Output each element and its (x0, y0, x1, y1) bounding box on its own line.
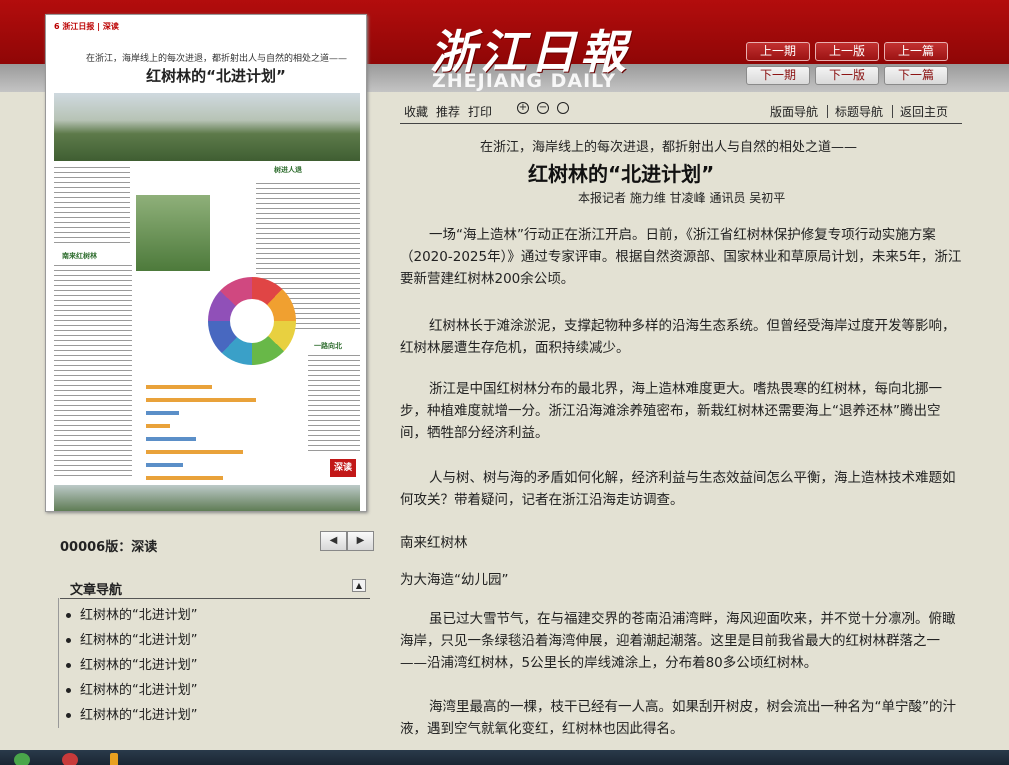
newspaper-page-thumbnail[interactable]: 6 浙江日报 | 深读 在浙江，海岸线上的每次进退，都折射出人与自然的相处之道—… (45, 14, 367, 512)
list-item: 红树林的“北进计划” (60, 653, 370, 678)
article-link[interactable]: 红树林的“北进计划” (80, 603, 197, 628)
article-paragraph: 浙江是中国红树林分布的最北界，海上造林难度更大。嗜热畏寒的红树林，每向北挪一步，… (400, 381, 942, 441)
article-list: 红树林的“北进计划” 红树林的“北进计划” 红树林的“北进计划” 红树林的“北进… (60, 603, 370, 728)
thumb-bottom-photo (54, 485, 360, 511)
thumb-badge: 深读 (330, 459, 356, 477)
nav-divider (58, 598, 59, 728)
toolbar-separator (892, 105, 893, 118)
thumb-subtitle: 在浙江，海岸线上的每次进退，都折射出人与自然的相处之道—— (86, 54, 348, 64)
prev-article-button[interactable]: 上一篇 (884, 42, 948, 61)
article-byline: 本报记者 施力维 甘凌峰 通讯员 吴初平 (578, 191, 786, 205)
start-icon[interactable] (14, 753, 30, 765)
next-page-button[interactable]: 下一版 (815, 66, 879, 85)
zoom-reset-icon[interactable] (557, 102, 569, 114)
edition-label: 00006版：深读 (60, 540, 158, 555)
thumb-text-column (308, 355, 360, 455)
article-link[interactable]: 红树林的“北进计划” (80, 628, 197, 653)
article-paragraph: 海湾里最高的一棵，枝干已经有一人高。如果刮开树皮，树会流出一种名为“单宁酸”的汁… (400, 699, 956, 737)
thumb-mangrove-photo (54, 93, 360, 161)
collect-link[interactable]: 收藏 (404, 103, 428, 120)
recommend-link[interactable]: 推荐 (436, 103, 460, 120)
collapse-icon[interactable]: ▲ (352, 579, 366, 592)
section-subheading: 为大海造“幼儿园” (400, 572, 509, 588)
prev-page-button[interactable]: 上一版 (815, 42, 879, 61)
zoom-out-icon[interactable]: − (537, 102, 549, 114)
next-article-button[interactable]: 下一篇 (884, 66, 948, 85)
prev-page-arrow[interactable]: ◀ (320, 531, 347, 551)
bullet-icon (66, 688, 71, 693)
page-nav-link[interactable]: 版面导航 (770, 103, 818, 120)
thumb-bar-chart (146, 385, 256, 489)
section-heading: 南来红树林 (400, 535, 468, 551)
zoom-in-icon[interactable]: + (517, 102, 529, 114)
prev-issue-button[interactable]: 上一期 (746, 42, 810, 61)
app-icon[interactable] (110, 753, 118, 765)
bullet-icon (66, 613, 71, 618)
article-link[interactable]: 红树林的“北进计划” (80, 653, 197, 678)
print-link[interactable]: 打印 (468, 103, 492, 120)
article-paragraph: 虽已过大雪节气，在与福建交界的苍南沿浦湾畔，海风迎面吹来，并不觉十分凛冽。俯瞰海… (400, 611, 956, 671)
bullet-icon (66, 713, 71, 718)
os-taskbar (0, 750, 1009, 765)
page-pager: ◀ ▶ (320, 531, 374, 551)
thumb-title: 红树林的“北进计划” (146, 67, 286, 85)
app-icon[interactable] (62, 753, 78, 765)
title-nav-link[interactable]: 标题导航 (835, 103, 883, 120)
list-item: 红树林的“北进计划” (60, 603, 370, 628)
article-title: 红树林的“北进计划” (528, 162, 715, 186)
issue-nav: 上一期 上一版 上一篇 下一期 下一版 下一篇 (746, 42, 948, 85)
article-nav: 文章导航 ▲ 红树林的“北进计划” 红树林的“北进计划” 红树林的“北进计划” … (60, 576, 370, 728)
article-paragraph: 一场“海上造林”行动正在浙江开启。日前，《浙江省红树林保护修复专项行动实施方案（… (400, 227, 962, 287)
thumb-tag: 南来红树林 (62, 252, 97, 260)
article-nav-title: 文章导航 (70, 583, 123, 598)
article-nav-header: 文章导航 ▲ (60, 576, 370, 599)
home-link[interactable]: 返回主页 (900, 103, 948, 120)
list-item: 红树林的“北进计划” (60, 703, 370, 728)
article-link[interactable]: 红树林的“北进计划” (80, 703, 197, 728)
toolbar-separator (827, 105, 828, 118)
thumb-text-column (54, 167, 130, 247)
thumb-tag: 一路向北 (314, 342, 342, 350)
article-toolbar: 收藏 推荐 打印 + − 版面导航 标题导航 返回主页 (400, 100, 962, 124)
article-link[interactable]: 红树林的“北进计划” (80, 678, 197, 703)
logo-en: ZHEJIANG DAILY (432, 70, 617, 92)
list-item: 红树林的“北进计划” (60, 678, 370, 703)
next-page-arrow[interactable]: ▶ (347, 531, 374, 551)
thumb-text-column (54, 265, 132, 480)
thumb-page-head: 6 浙江日报 | 深读 (54, 22, 119, 31)
bullet-icon (66, 663, 71, 668)
list-item: 红树林的“北进计划” (60, 628, 370, 653)
right-arrow-icon: ▶ (356, 535, 365, 546)
left-arrow-icon: ◀ (329, 535, 338, 546)
article-paragraph: 红树林长于滩涂淤泥，支撑起物种多样的沿海生态系统。但曾经受海岸过度开发等影响，红… (400, 318, 956, 356)
next-issue-button[interactable]: 下一期 (746, 66, 810, 85)
article-kicker: 在浙江，海岸线上的每次进退，都折射出人与自然的相处之道—— (480, 140, 858, 155)
thumb-tag: 树进人退 (274, 166, 302, 174)
thumb-infographic (208, 277, 296, 365)
thumb-people-photo (136, 195, 210, 271)
bullet-icon (66, 638, 71, 643)
article-paragraph: 人与树、树与海的矛盾如何化解，经济利益与生态效益间怎么平衡，海上造林技术难题如何… (400, 470, 956, 508)
